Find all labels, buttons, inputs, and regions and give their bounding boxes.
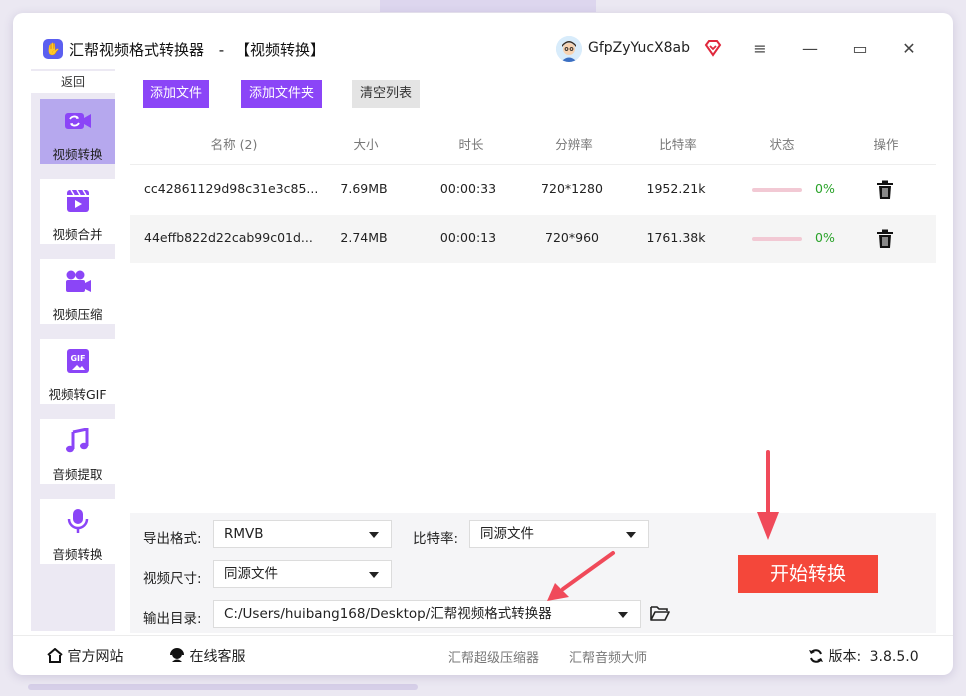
format-value: RMVB — [224, 526, 264, 542]
version-number: 3.8.5.0 — [869, 649, 919, 665]
table-row[interactable]: cc42861129d98c31e3c85... 7.69MB 00:00:33… — [130, 166, 936, 214]
size-select[interactable]: 同源文件 — [213, 560, 392, 588]
sidebar-item-video-to-gif[interactable]: GIF 视频转GIF — [40, 339, 115, 404]
add-folder-button[interactable]: 添加文件夹 — [241, 80, 322, 108]
video-convert-icon — [65, 113, 91, 129]
microphone-icon — [67, 509, 89, 533]
sidebar-item-video-convert[interactable]: 视频转换 — [40, 99, 115, 164]
sidebar-item-label: 音频提取 — [52, 467, 103, 482]
app-name: 汇帮视频格式转换器 — [69, 41, 205, 59]
audio-app-link[interactable]: 汇帮音频大师 — [569, 647, 647, 666]
menu-icon[interactable]: ≡ — [748, 37, 772, 61]
maximize-icon[interactable]: ▭ — [848, 37, 872, 61]
sidebar-item-label: 视频合并 — [52, 227, 103, 242]
progress-percent: 0% — [815, 230, 835, 245]
file-bitrate: 1761.38k — [646, 230, 706, 245]
file-size: 2.74MB — [340, 230, 388, 245]
annotation-arrow-down — [757, 450, 779, 540]
window-title: 汇帮视频格式转换器 - 【视频转换】 — [69, 39, 325, 60]
sidebar-item-label: 音频转换 — [52, 547, 103, 562]
close-icon[interactable]: ✕ — [897, 37, 921, 61]
version-info[interactable]: 版本: 3.8.5.0 — [808, 646, 919, 666]
size-value: 同源文件 — [224, 566, 278, 582]
back-button[interactable]: 返回 — [31, 71, 115, 93]
column-header-status: 状态 — [769, 137, 795, 152]
file-bitrate: 1952.21k — [646, 181, 706, 196]
vip-diamond-icon[interactable] — [703, 38, 723, 58]
chevron-down-icon — [369, 532, 379, 538]
svg-text:GIF: GIF — [70, 354, 85, 363]
app-logo-icon: ✋ — [43, 39, 63, 59]
file-resolution: 720*960 — [545, 230, 599, 245]
output-dir-value: C:/Users/huibang168/Desktop/汇帮视频格式转换器 — [224, 606, 552, 622]
gif-icon: GIF — [67, 349, 89, 373]
column-header-size: 大小 — [353, 137, 379, 152]
file-size: 7.69MB — [340, 181, 388, 196]
video-merge-icon — [67, 189, 89, 212]
footer: 官方网站 在线客服 汇帮超级压缩器 汇帮音频大师 版本: 3.8.5.0 — [13, 635, 953, 675]
version-label: 版本: — [828, 649, 862, 665]
file-duration: 00:00:33 — [439, 181, 497, 196]
page-title: 【视频转换】 — [235, 41, 326, 59]
column-header-name: 名称 (2) — [210, 137, 258, 152]
column-header-resolution: 分辨率 — [555, 137, 593, 152]
headset-icon — [170, 648, 184, 662]
title-separator: - — [218, 41, 225, 59]
minimize-icon[interactable]: — — [798, 37, 822, 61]
table-row[interactable]: 44effb822d22cab99c01d... 2.74MB 00:00:13… — [130, 215, 936, 263]
start-convert-button[interactable]: 开始转换 — [738, 555, 878, 593]
compressor-app-link[interactable]: 汇帮超级压缩器 — [448, 647, 539, 666]
background-taskbar-strip — [28, 684, 418, 690]
trash-icon[interactable] — [876, 180, 894, 200]
add-file-button[interactable]: 添加文件 — [143, 80, 209, 108]
sidebar-item-video-merge[interactable]: 视频合并 — [40, 179, 115, 244]
clear-list-button[interactable]: 清空列表 — [352, 80, 420, 108]
column-header-bitrate: 比特率 — [659, 137, 697, 152]
official-website-link[interactable]: 官方网站 — [47, 646, 123, 666]
video-compress-icon — [66, 270, 91, 292]
progress-percent: 0% — [815, 181, 835, 196]
file-name: 44effb822d22cab99c01d... — [144, 230, 313, 245]
background-strip — [380, 0, 596, 12]
progress-bar — [752, 237, 802, 241]
sidebar-item-label: 视频转GIF — [48, 387, 107, 402]
size-label: 视频尺寸: — [143, 571, 202, 587]
home-icon — [47, 647, 63, 663]
sidebar-item-audio-extract[interactable]: 音频提取 — [40, 419, 115, 484]
file-table-header: 名称 (2) 大小 时长 分辨率 比特率 状态 操作 — [130, 120, 936, 165]
chevron-down-icon — [626, 532, 636, 538]
sidebar-item-video-compress[interactable]: 视频压缩 — [40, 259, 115, 324]
file-duration: 00:00:13 — [439, 230, 497, 245]
avatar[interactable] — [556, 36, 582, 62]
chevron-down-icon — [618, 612, 628, 618]
format-label: 导出格式: — [143, 531, 202, 547]
bitrate-value: 同源文件 — [480, 526, 534, 542]
refresh-icon — [809, 649, 823, 663]
chevron-down-icon — [369, 572, 379, 578]
output-dir-label: 输出目录: — [143, 611, 202, 627]
official-website-label: 官方网站 — [67, 649, 124, 665]
bitrate-label: 比特率: — [413, 531, 459, 547]
sidebar-item-label: 视频压缩 — [52, 307, 103, 322]
folder-open-icon[interactable] — [650, 605, 670, 621]
music-note-icon — [66, 428, 89, 453]
online-support-link[interactable]: 在线客服 — [169, 646, 245, 666]
column-header-duration: 时长 — [458, 137, 484, 152]
file-name: cc42861129d98c31e3c85... — [144, 181, 319, 196]
online-support-label: 在线客服 — [189, 649, 246, 665]
bitrate-select[interactable]: 同源文件 — [469, 520, 649, 548]
progress-bar — [752, 188, 802, 192]
title-bar: ✋ 汇帮视频格式转换器 - 【视频转换】 GfpZyYucX8ab ≡ — ▭ … — [13, 13, 953, 65]
sidebar-item-audio-convert[interactable]: 音频转换 — [40, 499, 115, 564]
annotation-arrow-diagonal — [547, 551, 615, 601]
column-header-actions: 操作 — [873, 137, 899, 152]
app-window: ✋ 汇帮视频格式转换器 - 【视频转换】 GfpZyYucX8ab ≡ — ▭ … — [13, 13, 953, 675]
sidebar-item-label: 视频转换 — [52, 147, 103, 162]
file-resolution: 720*1280 — [541, 181, 603, 196]
format-select[interactable]: RMVB — [213, 520, 392, 548]
trash-icon[interactable] — [876, 229, 894, 249]
username[interactable]: GfpZyYucX8ab — [588, 40, 690, 56]
